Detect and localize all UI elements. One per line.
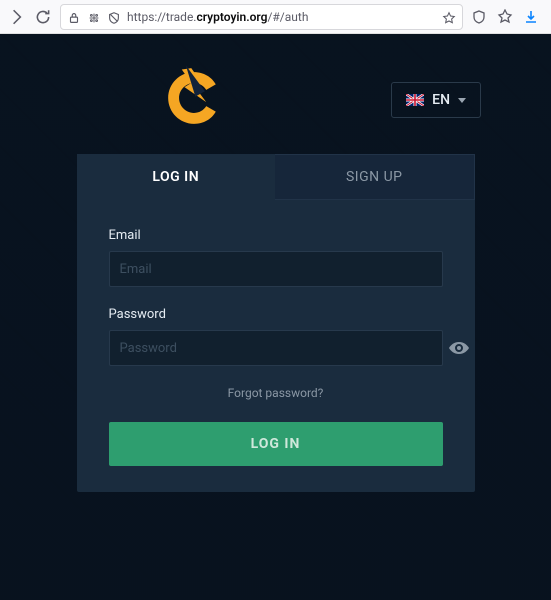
forgot-password-link[interactable]: Forgot password? [109, 386, 443, 400]
tab-signup[interactable]: SIGN UP [275, 154, 475, 200]
tab-login[interactable]: LOG IN [77, 154, 276, 200]
auth-tabs: LOG IN SIGN UP [77, 154, 475, 200]
login-form: Email Password Forgot password? LOG IN [77, 200, 475, 466]
email-field-group: Email [109, 228, 443, 287]
auth-card: LOG IN SIGN UP Email Password Forgot pas… [77, 154, 475, 492]
url-text: https://trade.cryptoyin.org/#/auth [127, 10, 308, 24]
email-input[interactable] [109, 251, 443, 287]
password-label: Password [109, 307, 443, 322]
bookmark-star-icon[interactable] [442, 10, 456, 24]
forward-button[interactable] [8, 8, 26, 26]
lock-icon [67, 10, 81, 24]
download-icon[interactable] [523, 9, 539, 25]
login-submit-button[interactable]: LOG IN [109, 422, 443, 466]
toolbar-right [471, 9, 543, 25]
page-content: EN LOG IN SIGN UP Email Password [0, 34, 551, 600]
reload-button[interactable] [34, 8, 52, 26]
extension-icon[interactable] [497, 9, 513, 25]
address-bar[interactable]: https://trade.cryptoyin.org/#/auth [60, 4, 463, 30]
language-selector[interactable]: EN [391, 82, 481, 118]
site-logo[interactable] [160, 64, 228, 136]
flag-uk-icon [406, 94, 424, 106]
tracking-protection-icon [107, 10, 121, 24]
password-field-group: Password [109, 307, 443, 366]
shield-icon[interactable] [471, 9, 487, 25]
permissions-icon [87, 10, 101, 24]
password-input[interactable] [109, 330, 443, 366]
language-label: EN [432, 92, 450, 108]
toggle-password-visibility-icon[interactable] [449, 338, 469, 358]
email-label: Email [109, 228, 443, 243]
browser-toolbar: https://trade.cryptoyin.org/#/auth [0, 0, 551, 34]
site-header: EN [0, 34, 551, 154]
chevron-down-icon [458, 98, 466, 103]
